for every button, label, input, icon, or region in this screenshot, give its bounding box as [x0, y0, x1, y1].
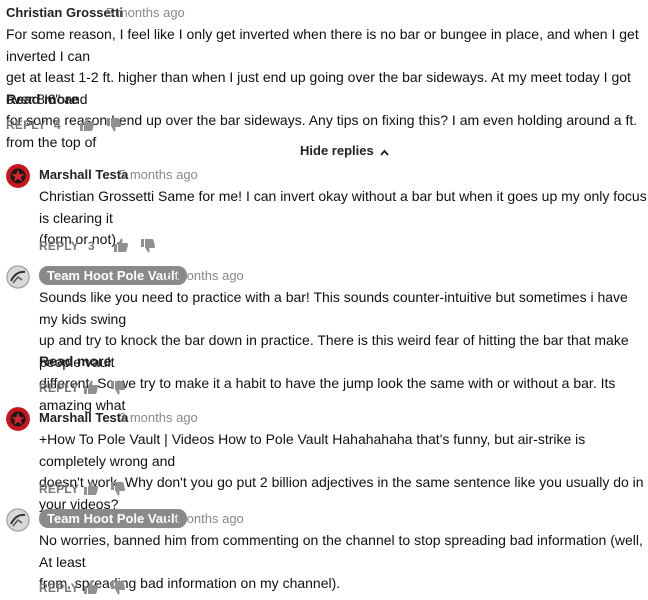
comment-text: No worries, banned him from commenting o…	[39, 530, 647, 595]
comment-line: For some reason, I feel like I only get …	[6, 26, 639, 64]
read-more-link[interactable]: Read more	[6, 91, 78, 107]
thumbs-up-icon[interactable]	[83, 379, 99, 395]
comment-time[interactable]: 3 months ago	[119, 410, 198, 425]
comment-line: (form or not).	[39, 231, 120, 247]
comment-text: +How To Pole Vault | Videos How to Pole …	[39, 429, 647, 515]
comment-line: get at least 1-2 ft. higher than when I …	[6, 69, 631, 107]
thumbs-up-icon[interactable]	[83, 579, 99, 595]
comment-line: No worries, banned him from commenting o…	[39, 532, 643, 570]
comment-time[interactable]: 3 months ago	[165, 511, 244, 526]
reply-button[interactable]: REPLY	[6, 118, 46, 132]
avatar-icon[interactable]	[6, 164, 30, 188]
thumbs-down-icon[interactable]	[106, 117, 122, 133]
comment-line: Sounds like you need to practice with a …	[39, 289, 628, 327]
comment-line: Christian Grossetti Same for me! I can i…	[39, 188, 647, 226]
avatar-icon[interactable]	[6, 508, 30, 532]
thumbs-down-icon[interactable]	[110, 380, 126, 396]
comment-author[interactable]: Marshall Testa	[39, 167, 128, 182]
avatar-icon[interactable]	[6, 265, 30, 289]
reply-button[interactable]: REPLY	[39, 381, 79, 395]
comment-line: +How To Pole Vault | Videos How to Pole …	[39, 431, 586, 469]
comment-line: up and try to knock the bar down in prac…	[39, 332, 629, 370]
hide-replies-label: Hide replies	[300, 143, 374, 158]
chevron-up-icon	[380, 144, 390, 159]
reply-button[interactable]: REPLY	[39, 239, 79, 253]
thumbs-down-icon[interactable]	[110, 481, 126, 497]
comment-author[interactable]: Marshall Testa	[39, 410, 128, 425]
comment-time[interactable]: 5 months ago	[165, 268, 244, 283]
avatar-icon[interactable]	[6, 407, 30, 431]
thumbs-up-icon[interactable]	[83, 480, 99, 496]
comment-text: For some reason, I feel like I only get …	[6, 24, 646, 153]
thumbs-up-icon[interactable]	[79, 116, 95, 132]
comment-text: Sounds like you need to practice with a …	[39, 287, 647, 416]
reply-button[interactable]: REPLY	[39, 581, 79, 595]
read-more-link[interactable]: Read more	[39, 353, 111, 369]
thumbs-down-icon[interactable]	[110, 580, 126, 596]
hide-replies-button[interactable]: Hide replies	[300, 143, 390, 159]
comment-time[interactable]: 5 months ago	[119, 167, 198, 182]
comment-text: Christian Grossetti Same for me! I can i…	[39, 186, 647, 251]
thumbs-up-icon[interactable]	[113, 237, 129, 253]
comment-line: from, spreading bad information on my ch…	[39, 575, 341, 591]
reply-button[interactable]: REPLY	[39, 482, 79, 496]
comment-time[interactable]: 5 months ago	[106, 5, 185, 20]
like-count: 4	[54, 118, 61, 132]
thumbs-down-icon[interactable]	[140, 238, 156, 254]
like-count: 3	[88, 239, 95, 253]
